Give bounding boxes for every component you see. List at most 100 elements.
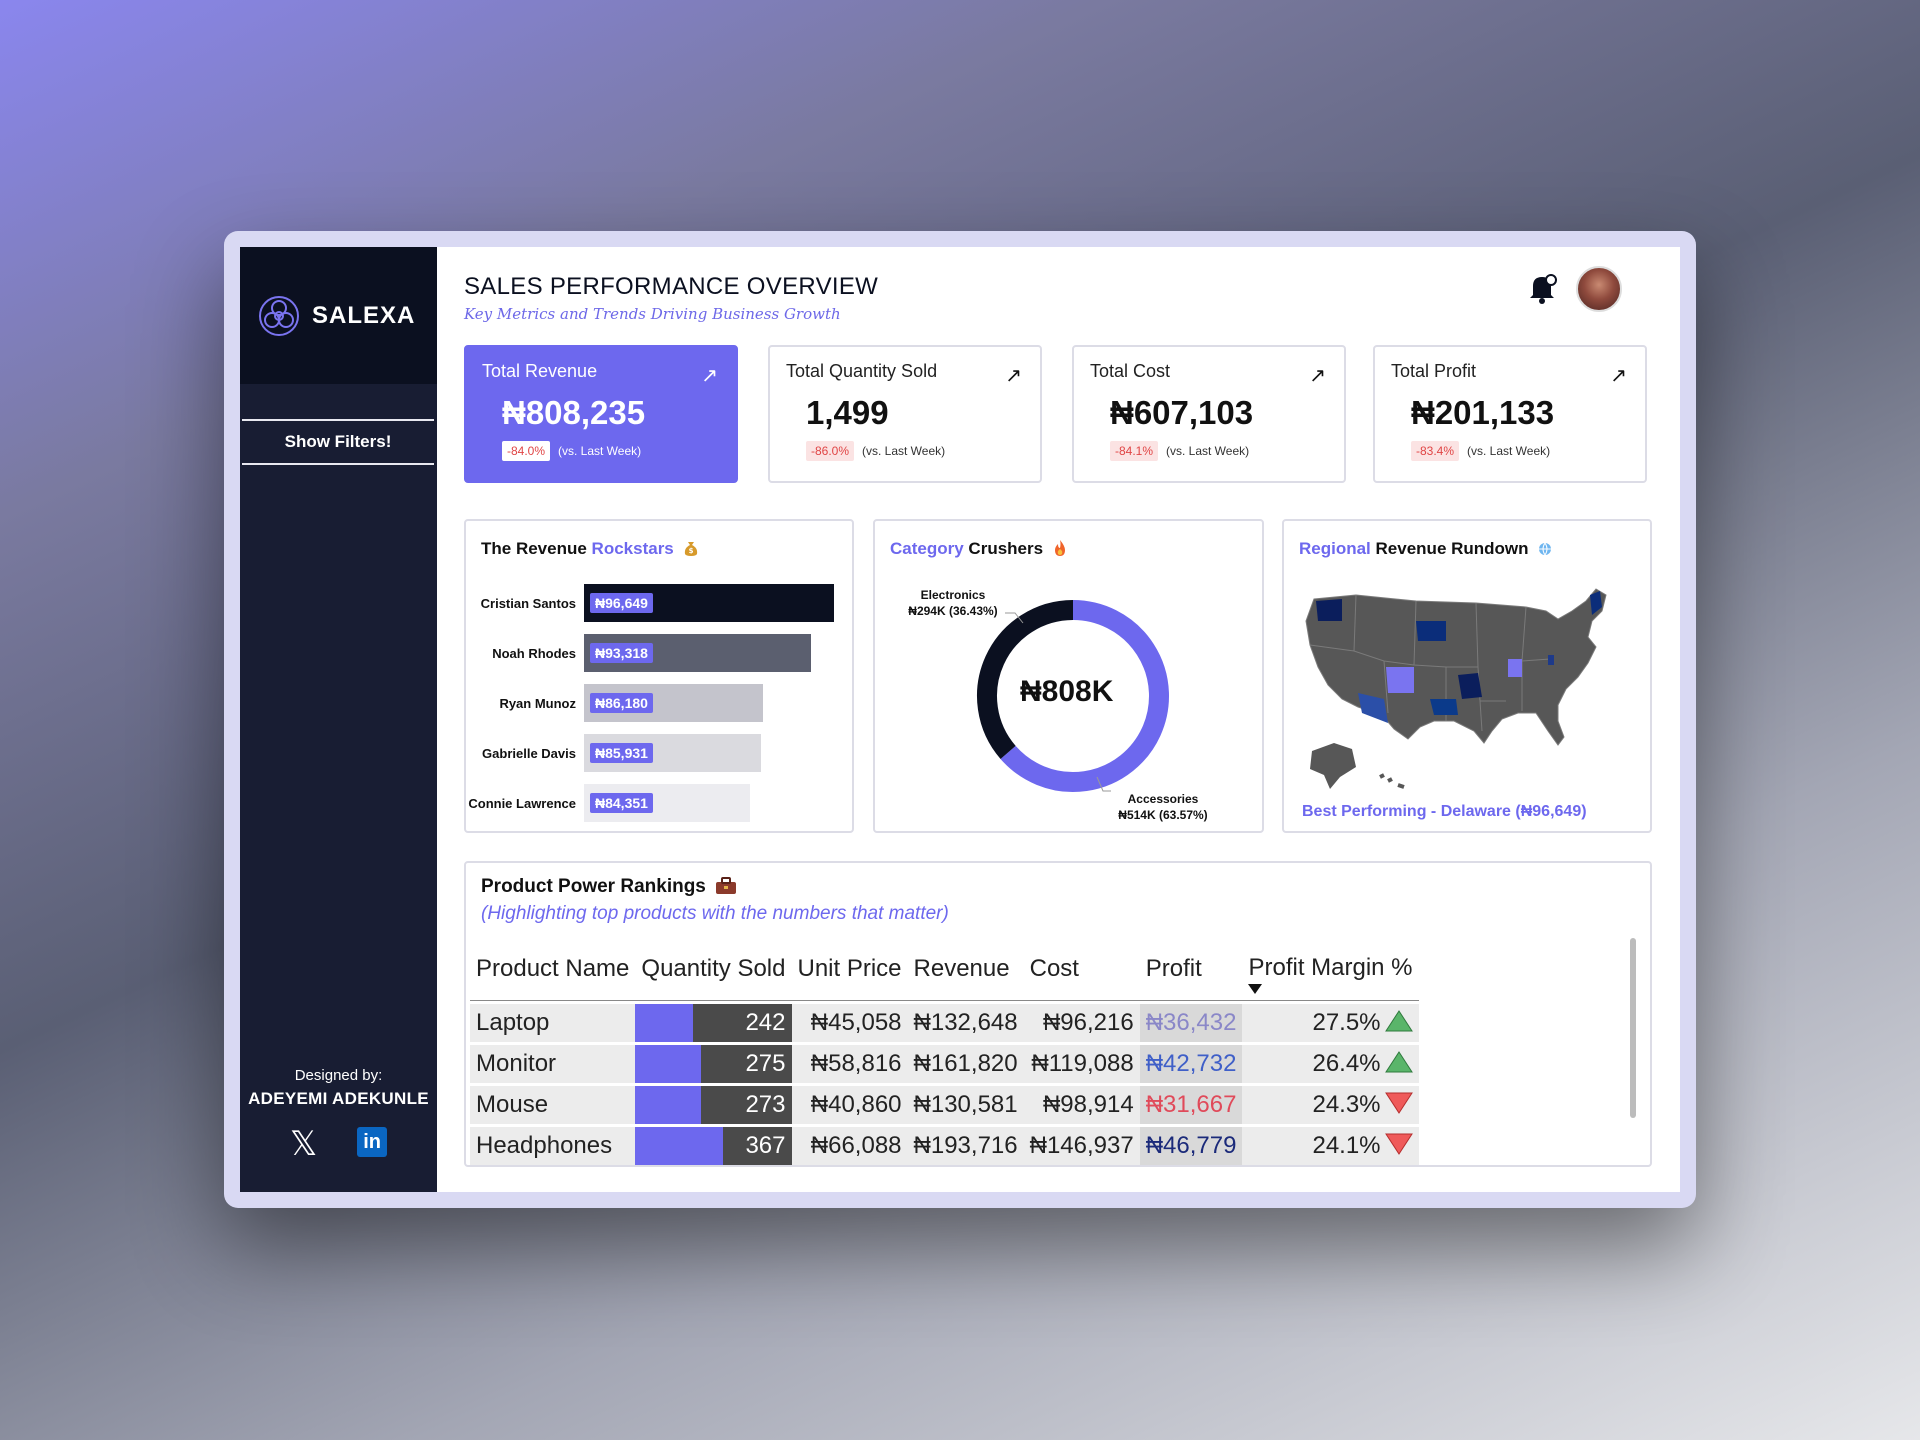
globe-icon	[1539, 542, 1552, 556]
sort-descending-icon[interactable]	[1248, 984, 1263, 994]
arrow-up-right-icon: ↗	[1005, 365, 1022, 387]
bar-category-label: Ryan Munoz	[499, 696, 576, 711]
unit-price-cell: ₦45,058	[791, 1004, 908, 1042]
kpi-total-quantity[interactable]: Total Quantity Sold ↗ 1,499 -86.0% (vs. …	[768, 345, 1042, 483]
triangle-down-icon	[1384, 1092, 1413, 1114]
product-name-cell: Mouse	[470, 1086, 636, 1124]
rankings-subtitle: (Highlighting top products with the numb…	[481, 903, 949, 924]
bar-category-label: Connie Lawrence	[468, 796, 576, 811]
quantity-value: 242	[745, 1009, 786, 1036]
kpi-change-badge: -84.1%	[1110, 441, 1159, 461]
bar-category-label: Cristian Santos	[480, 596, 576, 611]
x-logo-icon[interactable]: 𝕏	[290, 1127, 317, 1161]
designer-name: ADEYEMI ADEKUNLE	[248, 1089, 429, 1108]
kpi-total-cost[interactable]: Total Cost ↗ ₦607,103 -84.1% (vs. Last W…	[1072, 345, 1346, 483]
accessories-label: Accessories ₦514K (63.57%)	[1103, 791, 1223, 823]
quantity-sold-cell: 275	[635, 1045, 792, 1083]
main-content: SALES PERFORMANCE OVERVIEW Key Metrics a…	[437, 247, 1680, 1192]
unit-price-cell: ₦66,088	[791, 1127, 908, 1165]
product-name-cell: Headphones	[470, 1127, 636, 1165]
dashboard-screen: SALEXA Show Filters! Designed by: ADEYEM…	[240, 247, 1680, 1192]
arrow-up-right-icon: ↗	[1309, 365, 1326, 387]
product-name-cell: Monitor	[470, 1045, 636, 1083]
table-row[interactable]: Mouse 273 ₦40,860 ₦130,581 ₦98,914 ₦31,667 24.…	[470, 1086, 1419, 1124]
bar-row[interactable]: Noah Rhodes ₦93,318	[466, 634, 852, 674]
column-header[interactable]: Profit	[1139, 938, 1243, 1001]
profit-margin-cell: 24.3%	[1242, 1086, 1419, 1124]
profit-margin-cell: 24.1%	[1242, 1127, 1419, 1165]
table-row[interactable]: Headphones 367 ₦66,088 ₦193,716 ₦146,937 ₦46,…	[470, 1127, 1419, 1165]
bar-value-label: ₦96,649	[590, 593, 653, 613]
column-header[interactable]: Product Name	[470, 938, 636, 1001]
kpi-total-revenue[interactable]: Total Revenue ↗ ₦808,235 -84.0% (vs. Las…	[464, 345, 738, 483]
unit-price-cell: ₦58,816	[791, 1045, 908, 1083]
cost-cell: ₦96,216	[1023, 1004, 1140, 1042]
panel-title: Regional Revenue Rundown	[1299, 539, 1553, 559]
profit-cell: ₦42,732	[1139, 1045, 1243, 1083]
rankings-title: Product Power Rankings	[481, 876, 706, 897]
table-scrollbar[interactable]	[1630, 938, 1636, 1118]
accessories-name: Accessories	[1127, 792, 1199, 806]
kpi-change-badge: -83.4%	[1411, 441, 1460, 461]
cost-cell: ₦98,914	[1023, 1086, 1140, 1124]
bar-category-label: Noah Rhodes	[492, 646, 576, 661]
quantity-value: 273	[745, 1091, 786, 1118]
product-rankings-table: Product Name Quantity Sold Unit Price Re…	[470, 935, 1419, 1168]
user-avatar[interactable]	[1576, 266, 1622, 312]
column-header[interactable]: Revenue	[907, 938, 1024, 1001]
arrow-up-right-icon: ↗	[1610, 365, 1627, 387]
product-name-cell: Laptop	[470, 1004, 636, 1042]
kpi-change-badge: -86.0%	[806, 441, 855, 461]
kpi-value: ₦201,133	[1411, 394, 1555, 431]
title-accent: Regional	[1299, 539, 1371, 558]
kpi-total-profit[interactable]: Total Profit ↗ ₦201,133 -83.4% (vs. Last…	[1373, 345, 1647, 483]
column-header[interactable]: Cost	[1023, 938, 1140, 1001]
kpi-comparison: (vs. Last Week)	[558, 444, 642, 458]
brand-name: SALEXA	[312, 301, 416, 329]
kpi-value: ₦607,103	[1110, 394, 1254, 431]
bar-row[interactable]: Gabrielle Davis ₦85,931	[466, 734, 852, 774]
bell-icon[interactable]	[1525, 271, 1559, 305]
panel-title: Product Power Rankings	[481, 876, 737, 898]
kpi-change-badge: -84.0%	[502, 441, 551, 461]
bar-value-label: ₦85,931	[590, 743, 653, 763]
revenue-cell: ₦130,581	[907, 1086, 1024, 1124]
bar-row[interactable]: Ryan Munoz ₦86,180	[466, 684, 852, 724]
profit-cell: ₦46,779	[1139, 1127, 1243, 1165]
profit-margin-value: 27.5%	[1312, 1009, 1381, 1036]
quantity-sold-cell: 273	[635, 1086, 792, 1124]
show-filters-button[interactable]: Show Filters!	[242, 419, 434, 465]
bar-value-label: ₦86,180	[590, 693, 653, 713]
column-header-profit-margin[interactable]: Profit Margin %	[1242, 938, 1419, 1001]
cost-cell: ₦146,937	[1023, 1127, 1140, 1165]
device-frame: SALEXA Show Filters! Designed by: ADEYEM…	[224, 231, 1696, 1208]
linkedin-icon[interactable]: in	[357, 1127, 388, 1157]
revenue-cell: ₦193,716	[907, 1127, 1024, 1165]
table-row[interactable]: Laptop 242 ₦45,058 ₦132,648 ₦96,216 ₦36,432 27…	[470, 1004, 1419, 1042]
cost-cell: ₦119,088	[1023, 1045, 1140, 1083]
quantity-sold-cell: 242	[635, 1004, 792, 1042]
best-performing-label: Best Performing - Delaware (₦96,649)	[1302, 803, 1587, 820]
electronics-label: Electronics ₦294K (36.43%)	[893, 587, 1013, 619]
title-part: Revenue Rundown	[1375, 539, 1529, 558]
column-header-label: Profit Margin %	[1248, 954, 1413, 981]
profit-cell: ₦31,667	[1139, 1086, 1243, 1124]
kpi-value: ₦808,235	[502, 394, 646, 431]
bar-category-label: Gabrielle Davis	[482, 746, 576, 761]
product-rankings-panel: Product Power Rankings (Highlighting top…	[464, 861, 1652, 1167]
bar-row[interactable]: Cristian Santos ₦96,649	[466, 584, 852, 624]
salexa-logo-icon	[259, 295, 299, 336]
accessories-value: ₦514K (63.57%)	[1118, 808, 1208, 822]
kpi-value: 1,499	[806, 394, 889, 431]
table-header-row: Product Name Quantity Sold Unit Price Re…	[470, 938, 1419, 1001]
profit-margin-cell: 27.5%	[1242, 1004, 1419, 1042]
kpi-label: Total Revenue	[482, 361, 598, 381]
profit-margin-value: 24.3%	[1312, 1091, 1381, 1118]
social-links: 𝕏 in	[240, 1127, 437, 1161]
table-row[interactable]: Monitor 275 ₦58,816 ₦161,820 ₦119,088 ₦42,732…	[470, 1045, 1419, 1083]
bar-row[interactable]: Connie Lawrence ₦84,351	[466, 784, 852, 824]
column-header[interactable]: Unit Price	[791, 938, 908, 1001]
regional-revenue-panel: Regional Revenue Rundown Best Performing…	[1282, 519, 1652, 833]
arrow-up-right-icon: ↗	[701, 365, 718, 387]
column-header[interactable]: Quantity Sold	[635, 938, 792, 1001]
